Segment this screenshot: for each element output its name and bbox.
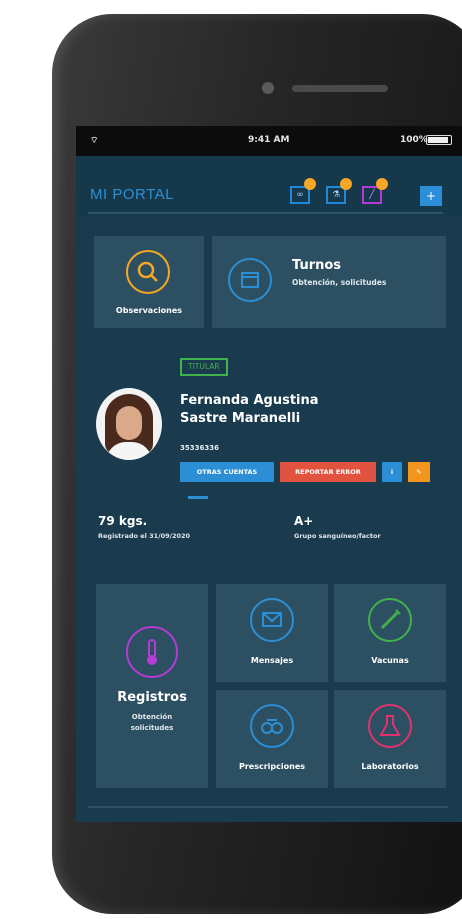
patient-id: 35336336 <box>180 444 219 452</box>
turnos-title: Turnos <box>292 258 342 273</box>
header-lab-button[interactable]: ⚗ <box>326 178 352 204</box>
prescripciones-tile[interactable]: Prescripciones <box>216 690 328 788</box>
notification-dot <box>376 178 388 190</box>
notification-dot <box>304 178 316 190</box>
flask-icon <box>368 704 412 748</box>
envelope-icon <box>250 598 294 642</box>
turnos-subtitle: Obtención, solicitudes <box>292 278 387 287</box>
edit-button[interactable]: ✎ <box>408 462 430 482</box>
battery-icon <box>426 135 452 145</box>
laboratorios-tile[interactable]: Laboratorios <box>334 690 446 788</box>
registros-tile[interactable]: Registros Obtención solicitudes <box>96 584 208 788</box>
info-button[interactable]: i <box>382 462 402 482</box>
blood-type-value: A+ <box>294 514 314 528</box>
patient-name-last: Sastre Maranelli <box>180 411 301 426</box>
titular-badge: TITULAR <box>180 358 228 376</box>
observaciones-tile[interactable]: Observaciones <box>94 236 204 328</box>
weight-caption: Registrado el 31/09/2020 <box>98 532 191 540</box>
avatar <box>96 388 162 460</box>
vacunas-tile[interactable]: Vacunas <box>334 584 446 682</box>
patient-name: Fernanda Agustina Sastre Maranelli <box>180 392 319 428</box>
laboratorios-label: Laboratorios <box>361 762 419 771</box>
other-accounts-button[interactable]: OTRAS CUENTAS <box>180 462 274 482</box>
calendar-icon <box>228 258 272 302</box>
battery-percentage: 100% <box>400 135 428 145</box>
speaker-grille <box>292 85 388 92</box>
camera-icon <box>262 82 274 94</box>
mensajes-tile[interactable]: Mensajes <box>216 584 328 682</box>
weight-value: 79 kgs. <box>98 514 148 528</box>
app-header: MI PORTAL ∞ ⚗ ╱ + <box>76 156 462 216</box>
notification-dot <box>340 178 352 190</box>
app-screen: ⌔ 9:41 AM 100% MI PORTAL ∞ ⚗ ╱ + Observa… <box>76 126 462 822</box>
turnos-tile[interactable]: Turnos Obtención, solicitudes <box>212 236 446 328</box>
syringe-icon: ╱ <box>369 190 375 200</box>
pills-icon <box>250 704 294 748</box>
prescripciones-label: Prescripciones <box>238 762 305 771</box>
bottom-divider <box>88 806 448 808</box>
header-divider <box>88 212 443 214</box>
vacunas-label: Vacunas <box>371 656 409 665</box>
header-add-button[interactable]: + <box>420 186 442 206</box>
blood-type-caption: Grupo sanguíneo/factor <box>294 532 381 540</box>
syringe-icon <box>368 598 412 642</box>
glasses-icon: ∞ <box>296 190 304 200</box>
header-prescription-button[interactable]: ∞ <box>290 178 316 204</box>
mensajes-label: Mensajes <box>250 656 294 665</box>
status-bar: ⌔ 9:41 AM 100% <box>76 126 462 156</box>
status-time: 9:41 AM <box>248 135 290 145</box>
page-title: MI PORTAL <box>90 186 174 203</box>
profile-underline <box>188 496 208 499</box>
observaciones-label: Observaciones <box>115 306 183 315</box>
observation-search-icon <box>126 250 170 294</box>
patient-name-first: Fernanda Agustina <box>180 393 319 408</box>
header-vaccine-button[interactable]: ╱ <box>362 178 388 204</box>
thermometer-icon <box>126 626 178 678</box>
registros-title: Registros <box>117 690 187 705</box>
registros-subtitle: Obtención solicitudes <box>130 713 174 732</box>
report-error-button[interactable]: REPORTAR ERROR <box>280 462 376 482</box>
flask-icon: ⚗ <box>331 190 341 200</box>
wifi-icon: ⌔ <box>90 136 99 146</box>
